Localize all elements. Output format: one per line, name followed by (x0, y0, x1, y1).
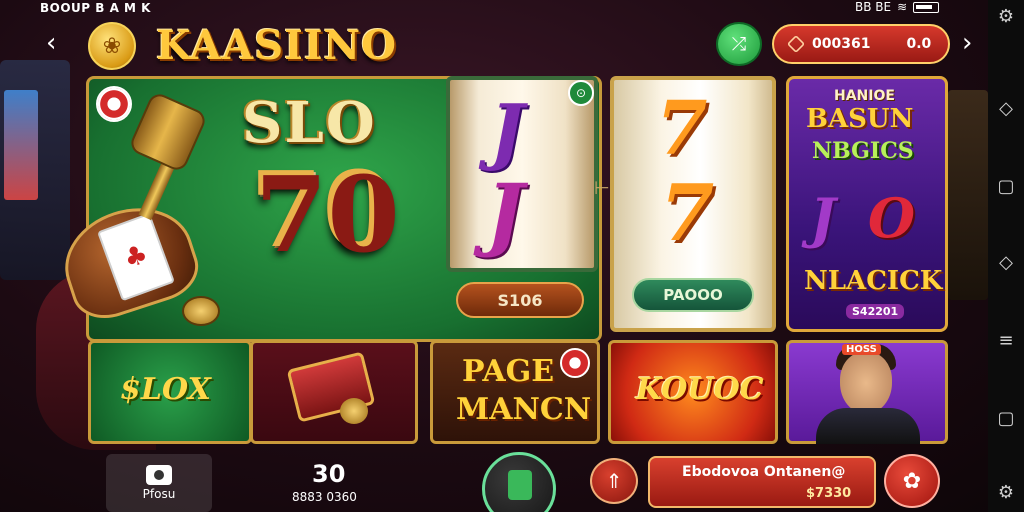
ring-icon: ✿ (902, 468, 922, 494)
game-tile-slox-label: $LOX (120, 372, 211, 407)
chevron-left-icon: ‹ (46, 28, 57, 58)
back-button[interactable]: ‹ (46, 28, 56, 58)
menu-icon[interactable]: ≡ (988, 330, 1024, 351)
promo-symbol-right: O (868, 186, 916, 250)
square-icon[interactable]: ▢ (988, 176, 1024, 197)
home-icon[interactable]: ◇ (988, 252, 1024, 273)
reel-two-symbol-top: 7 (656, 86, 708, 172)
promo-title-line2: NBGICS (812, 138, 914, 164)
back-diamond-icon[interactable]: ◇ (988, 98, 1024, 119)
promo-bottom-label: S42201 (846, 304, 905, 319)
status-bar: BOOUP B A M K BB BE ≋ (0, 0, 990, 18)
promo-title-line1: BASUN (806, 104, 914, 134)
share-button[interactable]: ⤮ (716, 22, 762, 66)
reel-one-symbol-bottom: J (486, 166, 524, 260)
photo-label: Pfosu (142, 487, 176, 501)
info-title: Ebodovoa Ontanen@ (682, 464, 846, 480)
reel-corner-badge-icon[interactable]: ⊙ (568, 80, 594, 106)
game-tile-kouoc-label: KOUOC (636, 372, 764, 407)
reel-one-symbol-top: J (490, 88, 525, 173)
slot-lever-knob[interactable] (182, 296, 220, 326)
logo-coin-icon: ❀ (88, 22, 136, 70)
forward-button[interactable]: › (962, 28, 972, 58)
promo-title-line3: NLACICK (804, 266, 943, 296)
status-icons: BB BE ≋ (855, 0, 940, 14)
background-slot-machine (948, 90, 988, 300)
recent-icon[interactable]: ▢ (988, 408, 1024, 429)
camera-icon (146, 465, 172, 485)
balance-pill[interactable]: 000361 0.0 (772, 24, 950, 64)
ring-button[interactable]: ✿ (884, 454, 940, 508)
gem-icon (786, 34, 806, 54)
info-value: $7330 (806, 486, 852, 501)
wifi-icon: ≋ (897, 0, 908, 14)
main-title: SLO (242, 90, 377, 156)
arrow-up-button[interactable]: ⇑ (590, 458, 638, 504)
share-icon: ⤮ (731, 33, 747, 55)
spin-icon (508, 470, 532, 500)
status-right-text: BB BE (855, 0, 892, 14)
balance-id: 000361 (812, 36, 871, 52)
game-tile-page-line1: PAGE (462, 354, 555, 389)
promo-top-label: HANIOE (834, 88, 895, 104)
chevron-right-icon: › (962, 28, 973, 58)
balance-value: 0.0 (906, 36, 932, 52)
battery-icon (913, 1, 940, 13)
counter-subtext: 8883 0360 (292, 490, 357, 504)
dealer-badge: HOSS (842, 344, 881, 355)
photo-button[interactable]: Pfosu (106, 454, 212, 512)
reel-two-symbol-bottom: 7 (660, 168, 715, 259)
promo-symbol-left: J (810, 186, 836, 250)
chip-icon (560, 348, 590, 378)
counter-value: 30 (312, 460, 346, 488)
dealer-avatar (840, 352, 892, 414)
app-logo: KAASIINO (156, 22, 397, 69)
card-box-knob-icon (340, 398, 368, 424)
settings-gear-icon[interactable]: ⚙ (988, 6, 1024, 27)
background-arcade-screen (4, 90, 38, 200)
arrow-up-icon: ⇑ (605, 469, 623, 493)
main-number: 70 (252, 150, 397, 273)
dealer-suit (816, 408, 920, 444)
status-text: BOOUP B A M K (40, 1, 151, 15)
gear-icon[interactable]: ⚙ (988, 482, 1024, 503)
poker-chip-icon (96, 86, 132, 122)
system-nav-bar: ⚙ ◇ ▢ ◇ ≡ ▢ ⚙ (988, 0, 1024, 512)
game-tile-page-line2: MANCN (456, 392, 592, 427)
reel-two-button[interactable]: PAOOO (632, 278, 754, 312)
reel-one-bet-button[interactable]: S106 (456, 282, 584, 318)
